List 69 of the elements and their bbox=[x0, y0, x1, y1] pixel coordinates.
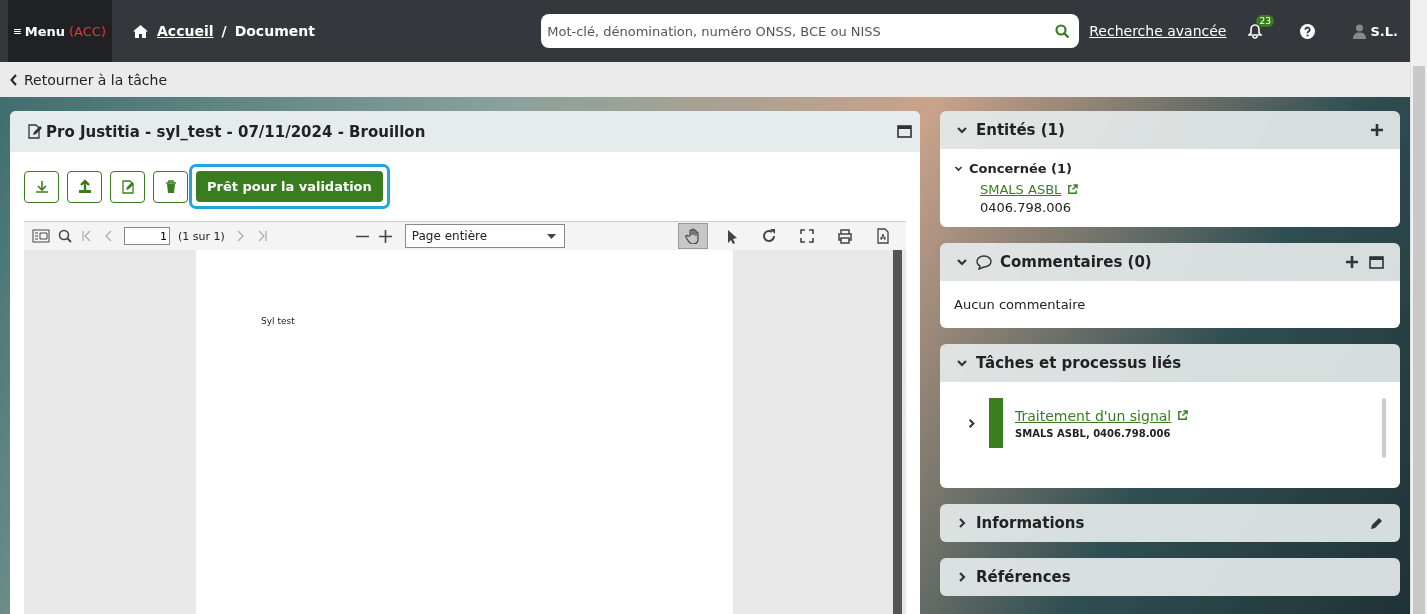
comment-icon bbox=[976, 254, 992, 270]
panel-header[interactable]: Commentaires (0) bbox=[940, 243, 1400, 281]
panel-header[interactable]: Tâches et processus liés bbox=[940, 344, 1400, 382]
breadcrumb-separator: / bbox=[221, 23, 227, 39]
help-icon[interactable] bbox=[1300, 23, 1316, 39]
window-icon[interactable] bbox=[1369, 255, 1384, 269]
pencil-icon[interactable] bbox=[1369, 515, 1384, 531]
add-icon[interactable] bbox=[1370, 123, 1384, 137]
edit-document-button[interactable] bbox=[110, 170, 145, 203]
page-text: Syl test bbox=[261, 316, 295, 326]
breadcrumb-current: Document bbox=[234, 23, 315, 39]
chevron-right-icon bbox=[956, 517, 968, 529]
back-link[interactable]: Retourner à la tâche bbox=[24, 71, 168, 88]
chevron-right-icon bbox=[966, 417, 977, 429]
advanced-search-link[interactable]: Recherche avancée bbox=[1089, 23, 1227, 39]
entity-link[interactable]: SMALS ASBL bbox=[980, 182, 1062, 197]
download-button[interactable] bbox=[24, 170, 59, 203]
panel-header[interactable]: Informations bbox=[940, 504, 1400, 542]
zoom-dropdown[interactable]: Page entière bbox=[404, 224, 565, 248]
search-icon[interactable] bbox=[1054, 23, 1070, 39]
search-field[interactable]: Mot-clé, dénomination, numéro ONSS, BCE ou NISS bbox=[541, 14, 1046, 48]
external-link-icon bbox=[1177, 410, 1189, 421]
scrollbar[interactable] bbox=[893, 250, 902, 614]
panel-header[interactable]: Références bbox=[940, 558, 1400, 596]
user-initials[interactable]: S.L. bbox=[1370, 23, 1398, 39]
panel-title: Entités (1) bbox=[976, 121, 1066, 139]
document-title: Pro Justitia - syl_test - 07/11/2024 - Brouillon bbox=[46, 122, 427, 141]
back-icon[interactable] bbox=[10, 73, 18, 86]
breadcrumb-link[interactable]: Accueil bbox=[157, 23, 214, 39]
thumbnails-icon[interactable] bbox=[32, 229, 50, 243]
chevron-down-icon bbox=[956, 256, 968, 268]
caret-icon bbox=[546, 233, 556, 239]
panel-title: Références bbox=[976, 568, 1072, 586]
page-count: (1 sur 1) bbox=[178, 229, 225, 243]
chevron-right-icon bbox=[956, 571, 968, 583]
hand-icon[interactable] bbox=[678, 223, 708, 249]
document-edit-icon bbox=[26, 124, 42, 139]
user-icon bbox=[1353, 23, 1367, 39]
delete-button[interactable] bbox=[153, 170, 188, 203]
bell-icon[interactable] bbox=[1248, 23, 1263, 39]
empty-comments-text: Aucun commentaire bbox=[954, 297, 1086, 312]
task-subtitle: SMALS ASBL, 0406.798.006 bbox=[1015, 427, 1172, 439]
download-icon bbox=[33, 178, 50, 195]
ready-for-validation-button[interactable]: Prêt pour la validation bbox=[189, 164, 390, 209]
search-button[interactable] bbox=[1045, 14, 1080, 48]
panel-header[interactable]: Entités (1) bbox=[940, 111, 1400, 149]
panel-title: Commentaires (0) bbox=[1000, 253, 1153, 271]
window-icon[interactable] bbox=[897, 125, 912, 138]
zoom-in-icon[interactable] bbox=[377, 228, 393, 244]
search-icon[interactable] bbox=[58, 229, 72, 243]
upload-button[interactable] bbox=[67, 170, 102, 203]
task-link[interactable]: Traitement d'un signal bbox=[1015, 407, 1172, 424]
group-label[interactable]: Concernée (1) bbox=[969, 161, 1072, 176]
scrollbar[interactable] bbox=[1382, 398, 1386, 458]
document-edit-icon bbox=[119, 178, 136, 195]
panel-title: Informations bbox=[976, 514, 1086, 532]
menu-button[interactable]: Menu (ACC) bbox=[8, 0, 112, 62]
scrollbar[interactable] bbox=[1410, 0, 1427, 614]
upload-icon bbox=[76, 178, 93, 195]
chevron-down-icon bbox=[956, 124, 968, 136]
external-link-icon bbox=[1067, 184, 1079, 195]
chevron-down-icon bbox=[956, 357, 968, 369]
entity-number: 0406.798.006 bbox=[980, 200, 1072, 215]
add-icon[interactable] bbox=[1345, 255, 1359, 269]
home-icon[interactable] bbox=[132, 24, 149, 38]
panel-title: Tâches et processus liés bbox=[976, 354, 1183, 372]
chevron-down-icon bbox=[954, 164, 963, 173]
notification-badge: 23 bbox=[1256, 15, 1274, 27]
page-number-field[interactable]: 1 bbox=[124, 227, 170, 245]
